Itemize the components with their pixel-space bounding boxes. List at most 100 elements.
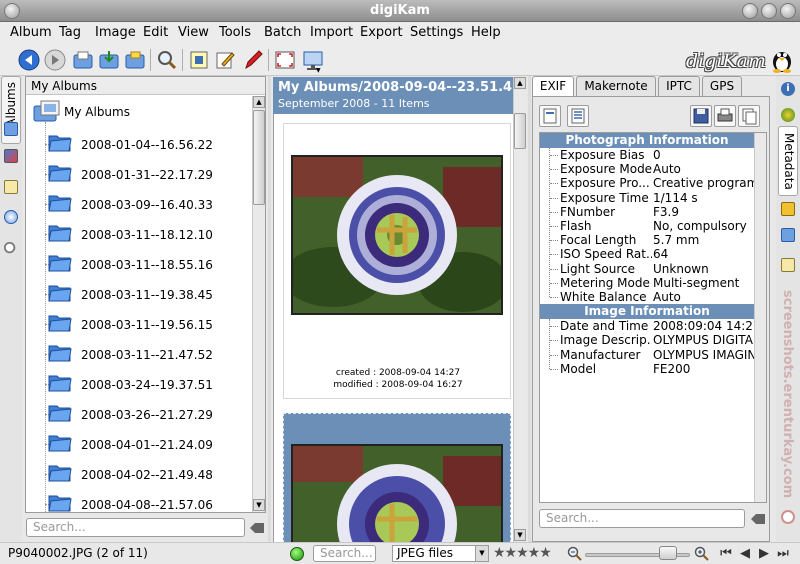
next-image-icon[interactable]: ▶ <box>756 546 772 562</box>
menu-import[interactable]: Import <box>310 25 353 40</box>
slideshow-dropdown-icon[interactable]: ▼ <box>316 67 321 74</box>
right-splitter[interactable] <box>528 76 531 542</box>
metadata-row[interactable]: Flash No, compulsory <box>540 219 754 233</box>
save-metadata-button[interactable] <box>690 105 712 127</box>
simple-view-button[interactable] <box>539 105 561 127</box>
print-metadata-button[interactable] <box>714 105 736 127</box>
metadata-row[interactable]: Image Descrip...OLYMPUS DIGITAL ... <box>540 333 754 347</box>
forward-button[interactable] <box>42 47 67 72</box>
menu-tools[interactable]: Tools <box>219 25 251 40</box>
metadata-row[interactable]: FNumber F3.9 <box>540 205 754 219</box>
album-item[interactable]: 2008-04-02--21.49.48 <box>26 460 252 490</box>
clear-search-icon[interactable] <box>250 522 264 534</box>
metadata-row[interactable]: Exposure Time 1/114 s <box>540 191 754 205</box>
clear-metadata-search-icon[interactable] <box>751 513 765 525</box>
view-image-button[interactable] <box>186 47 211 72</box>
metadata-section-header[interactable]: Photograph Information <box>540 133 754 148</box>
menu-help[interactable]: Help <box>471 25 501 40</box>
metadata-row[interactable]: Metering Mode Multi-segment <box>540 276 754 290</box>
album-item[interactable]: 2008-03-11--21.47.52 <box>26 340 252 370</box>
full-screen-button[interactable] <box>272 47 297 72</box>
icon-view-scrollbar[interactable]: ▲ ▼ <box>513 77 526 542</box>
scroll-up-button[interactable]: ▲ <box>253 96 265 108</box>
import-images-button[interactable] <box>96 47 121 72</box>
thumbnail-item-selected[interactable] <box>283 413 511 542</box>
mime-filter-select[interactable]: JPEG files ▼ <box>392 545 489 562</box>
icon-scroll-down-button[interactable]: ▼ <box>514 529 526 541</box>
metadata-row[interactable]: Exposure Bias 0 <box>540 148 754 162</box>
album-item[interactable]: 2008-01-31--22.17.29 <box>26 160 252 190</box>
menu-image[interactable]: Image <box>95 25 136 40</box>
copy-metadata-button[interactable] <box>738 105 760 127</box>
menu-batch[interactable]: Batch <box>264 25 301 40</box>
comments-icon[interactable] <box>781 202 795 216</box>
tab-makernote[interactable]: Makernote <box>576 76 656 96</box>
slideshow-button[interactable] <box>300 47 325 72</box>
album-item[interactable]: 2008-03-26--21.27.29 <box>26 400 252 430</box>
tab-exif[interactable]: EXIF <box>532 76 574 97</box>
metadata-row[interactable]: Focal Length 5.7 mm <box>540 233 754 247</box>
scroll-thumb[interactable] <box>253 110 265 205</box>
maximize-icon[interactable] <box>761 3 777 19</box>
close-icon[interactable] <box>780 3 796 19</box>
rating-filter-stars[interactable]: ★★★★★ <box>493 545 552 561</box>
menu-tag[interactable]: Tag <box>59 25 81 40</box>
tab-gps[interactable]: GPS <box>702 76 742 96</box>
albums-search-input[interactable]: Search... <box>26 518 245 537</box>
album-item[interactable]: 2008-04-01--21.24.09 <box>26 430 252 460</box>
album-item[interactable]: 2008-03-09--16.40.33 <box>26 190 252 220</box>
edit-image-button[interactable] <box>212 47 237 72</box>
menu-export[interactable]: Export <box>360 25 403 40</box>
search-tool-button[interactable] <box>154 47 179 72</box>
minimize-icon[interactable] <box>742 3 758 19</box>
timeline-clock-icon[interactable] <box>4 210 18 224</box>
album-item[interactable]: 2008-01-04--16.56.22 <box>26 130 252 160</box>
tags-filter-icon[interactable] <box>781 258 795 272</box>
geolocation-icon[interactable] <box>781 228 795 242</box>
album-item[interactable]: 2008-03-11--19.56.15 <box>26 310 252 340</box>
previous-image-icon[interactable]: ◀ <box>737 546 753 562</box>
search-sidebar-icon[interactable] <box>4 242 18 256</box>
tags-icon[interactable] <box>4 180 18 194</box>
zoom-out-icon[interactable] <box>567 546 582 561</box>
menu-view[interactable]: View <box>178 25 209 40</box>
album-item[interactable]: 2008-03-24--19.37.51 <box>26 370 252 400</box>
menu-settings[interactable]: Settings <box>410 25 463 40</box>
camera-import-button[interactable] <box>122 47 147 72</box>
menu-edit[interactable]: Edit <box>143 25 168 40</box>
icon-scroll-up-button[interactable]: ▲ <box>514 77 526 89</box>
light-table-button[interactable] <box>240 47 265 72</box>
menu-album[interactable]: Album <box>10 25 52 40</box>
album-item[interactable]: 2008-03-11--18.55.16 <box>26 250 252 280</box>
metadata-row[interactable]: Exposure Pro... Creative program <box>540 176 754 190</box>
back-button[interactable] <box>16 47 41 72</box>
new-album-button[interactable] <box>70 47 95 72</box>
album-item[interactable]: 2008-04-08--21.57.06 <box>26 490 252 512</box>
thumbnail-item[interactable]: created : 2008-09-04 14:27 modified : 20… <box>283 123 511 399</box>
metadata-row[interactable]: Manufacturer OLYMPUS IMAGING... <box>540 348 754 362</box>
metadata-row[interactable]: Model FE200 <box>540 362 754 376</box>
scroll-down-button[interactable]: ▼ <box>253 499 265 511</box>
metadata-row[interactable]: Exposure Mode Auto <box>540 162 754 176</box>
album-item[interactable]: 2008-03-11--19.38.45 <box>26 280 252 310</box>
tree-root[interactable]: My Albums <box>26 100 252 130</box>
album-item[interactable]: 2008-03-11--18.12.10 <box>26 220 252 250</box>
metadata-row[interactable]: Light Source Unknown <box>540 262 754 276</box>
icon-scroll-thumb[interactable] <box>514 113 526 149</box>
properties-info-icon[interactable]: i <box>781 82 795 96</box>
metadata-icon[interactable] <box>781 108 795 122</box>
tab-iptc[interactable]: IPTC <box>658 76 700 96</box>
first-image-icon[interactable]: ⏮ <box>718 546 734 562</box>
quick-search-input[interactable]: Search... <box>313 545 376 562</box>
metadata-search-input[interactable]: Search... <box>539 509 745 528</box>
metadata-row[interactable]: ISO Speed Rat... 64 <box>540 247 754 261</box>
calendar-icon[interactable] <box>4 149 18 163</box>
metadata-section-header[interactable]: Image Information <box>540 304 754 320</box>
metadata-row[interactable]: White Balance Auto <box>540 290 754 304</box>
metadata-scrollbar[interactable] <box>754 133 766 502</box>
zoom-slider-handle[interactable] <box>658 546 677 560</box>
metadata-row[interactable]: Date and Time 2008:09:04 14:27... <box>540 319 754 333</box>
zoom-in-icon[interactable] <box>694 546 709 561</box>
metadata-tab[interactable]: Metadata <box>778 126 798 196</box>
left-splitter[interactable] <box>268 76 271 542</box>
